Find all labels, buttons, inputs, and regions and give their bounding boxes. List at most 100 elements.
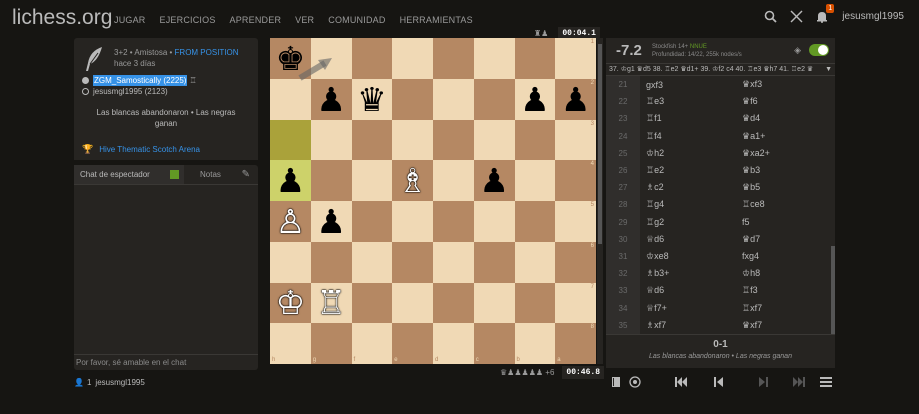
square-g3[interactable] <box>310 119 352 161</box>
square-c7[interactable] <box>473 282 515 324</box>
white-move[interactable]: ♖f1 <box>640 113 736 124</box>
square-b3[interactable] <box>514 119 556 161</box>
settings-diamond-icon[interactable]: ◈ <box>794 45 801 56</box>
tournament-link[interactable]: 🏆 Hive Thematic Scotch Arena <box>74 138 258 160</box>
last-move-icon[interactable] <box>792 375 806 389</box>
black-pawn[interactable]: ♟ <box>479 164 509 197</box>
pv-expand-icon[interactable]: ▼ <box>825 64 835 75</box>
engine-toggle[interactable] <box>809 44 829 56</box>
square-c1[interactable] <box>473 38 515 79</box>
black-move[interactable]: ♖f3 <box>736 282 835 299</box>
square-a3[interactable]: 3 <box>555 119 596 161</box>
book-icon[interactable] <box>609 375 623 389</box>
square-f6[interactable] <box>351 241 393 283</box>
white-move[interactable]: ♕f7+ <box>640 303 736 314</box>
white-move[interactable]: ♗b3+ <box>640 268 736 279</box>
square-b6[interactable] <box>514 241 556 283</box>
principal-variation[interactable]: 37. ♔g1 ♛d5 38. ♖e2 ♛d1+ 39. ♔f2 c4 40. … <box>606 64 835 76</box>
square-d5[interactable] <box>433 201 474 242</box>
square-d6[interactable] <box>433 241 474 283</box>
square-d3[interactable] <box>433 119 474 161</box>
nav-learn[interactable]: APRENDER <box>230 15 282 25</box>
square-e8[interactable]: e <box>392 323 433 364</box>
white-move[interactable]: ♖e2 <box>640 165 736 176</box>
square-e3[interactable] <box>392 119 433 161</box>
white-move[interactable]: ♗c2 <box>640 182 736 193</box>
square-h5[interactable]: ♙ <box>270 201 311 242</box>
black-move[interactable]: ♖ce8 <box>736 196 835 213</box>
square-g2[interactable]: ♟ <box>310 78 352 120</box>
square-a1[interactable]: 1 <box>555 38 596 79</box>
square-e6[interactable] <box>392 241 433 283</box>
nav-play[interactable]: JUGAR <box>114 15 146 25</box>
square-b5[interactable] <box>514 201 556 242</box>
black-pawn[interactable]: ♟ <box>561 83 591 116</box>
nav-watch[interactable]: VER <box>295 15 314 25</box>
square-e2[interactable] <box>392 78 433 120</box>
black-move[interactable]: ♛d4 <box>736 110 835 127</box>
nav-tools[interactable]: HERRAMIENTAS <box>400 15 473 25</box>
nav-puzzles[interactable]: EJERCICIOS <box>160 15 216 25</box>
square-a2[interactable]: 2 ♟ <box>555 78 596 120</box>
square-c3[interactable] <box>473 119 515 161</box>
black-move[interactable]: ♛b3 <box>736 162 835 179</box>
black-move[interactable]: ♛d7 <box>736 231 835 248</box>
white-move[interactable]: ♗xf7 <box>640 320 736 331</box>
square-c2[interactable] <box>473 78 515 120</box>
square-f4[interactable] <box>351 160 393 201</box>
target-icon[interactable] <box>628 375 642 389</box>
move-list-scrollbar[interactable] <box>831 76 835 334</box>
page-scrollbar[interactable] <box>597 38 603 364</box>
square-f8[interactable]: f <box>351 323 393 364</box>
square-g4[interactable] <box>310 160 352 201</box>
black-move[interactable]: ♛f6 <box>736 93 835 110</box>
first-move-icon[interactable] <box>674 375 688 389</box>
square-h7[interactable]: ♔ <box>270 282 311 324</box>
square-c4[interactable]: ♟ <box>473 160 515 201</box>
white-move[interactable]: ♕d6 <box>640 285 736 296</box>
white-move[interactable]: ♔xe8 <box>640 251 736 262</box>
square-h3[interactable] <box>270 119 311 161</box>
square-e5[interactable] <box>392 201 433 242</box>
square-b8[interactable]: b <box>514 323 556 364</box>
black-pawn[interactable]: ♟ <box>276 164 306 197</box>
white-player[interactable]: ZGM_Samostically (2225) ♖ <box>82 75 258 86</box>
square-b4[interactable] <box>514 160 556 201</box>
square-h4[interactable]: ♟ <box>270 160 311 201</box>
square-d7[interactable] <box>433 282 474 324</box>
square-f5[interactable] <box>351 201 393 242</box>
tab-spectator-chat[interactable]: Chat de espectador <box>74 165 184 184</box>
white-rook[interactable]: ♖ <box>316 286 346 319</box>
white-pawn[interactable]: ♙ <box>276 205 306 238</box>
search-icon[interactable] <box>762 8 778 24</box>
square-d1[interactable] <box>433 38 474 79</box>
white-move[interactable]: ♖e3 <box>640 96 736 107</box>
white-move[interactable]: gxf3 <box>640 80 736 90</box>
black-move[interactable]: ♛a1+ <box>736 128 835 145</box>
square-f3[interactable] <box>351 119 393 161</box>
square-a4[interactable]: 4 <box>555 160 596 201</box>
square-a7[interactable]: 7 <box>555 282 596 324</box>
black-king[interactable]: ♚ <box>276 42 306 75</box>
square-g8[interactable]: g <box>310 323 352 364</box>
square-f1[interactable] <box>351 38 393 79</box>
black-player[interactable]: jesusmgl1995 (2123) <box>82 86 258 97</box>
square-b1[interactable] <box>514 38 556 79</box>
square-d2[interactable] <box>433 78 474 120</box>
square-d8[interactable]: d <box>433 323 474 364</box>
square-e4[interactable]: ♗ <box>392 160 433 201</box>
square-g7[interactable]: ♖ <box>310 282 352 324</box>
black-move[interactable]: ♛xf3 <box>736 76 835 93</box>
square-h1[interactable]: ♚ <box>270 38 311 79</box>
square-b7[interactable] <box>514 282 556 324</box>
chess-board[interactable]: ♚ 1 ♟ ♛ ♟ 2 ♟ 3 ♟ ♗ ♟ 4 ♙ ♟ 5 6 ♔ ♖ 7 h g f e d c b 8 a <box>270 38 596 364</box>
tab-notes[interactable]: Notas ✎ <box>184 165 258 184</box>
square-c5[interactable] <box>473 201 515 242</box>
white-king[interactable]: ♔ <box>276 286 306 319</box>
square-g6[interactable] <box>310 241 352 283</box>
menu-icon[interactable] <box>819 375 833 389</box>
square-a5[interactable]: 5 <box>555 201 596 242</box>
from-position-link[interactable]: FROM POSITION <box>175 48 239 57</box>
user-menu[interactable]: jesusmgl1995 <box>842 11 904 22</box>
square-e7[interactable] <box>392 282 433 324</box>
